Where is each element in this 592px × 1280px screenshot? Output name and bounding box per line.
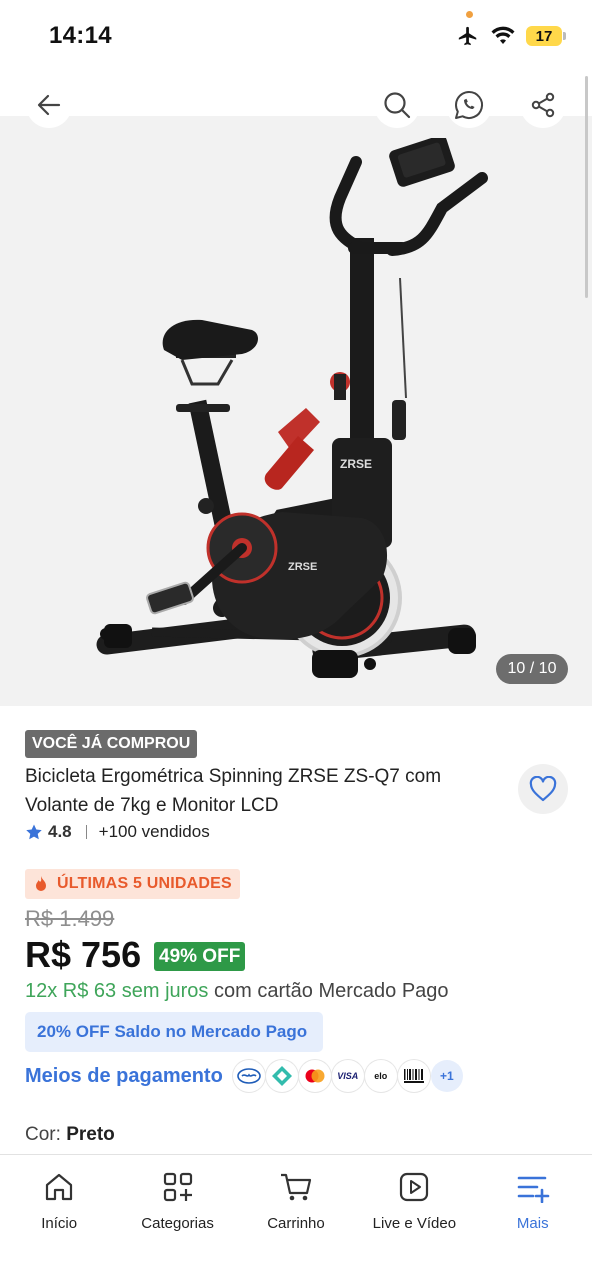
arrow-left-icon xyxy=(37,94,61,116)
battery-level: 17 xyxy=(535,27,553,45)
stock-text: ÚLTIMAS 5 UNIDADES xyxy=(57,875,232,892)
nav-carrinho[interactable]: Carrinho xyxy=(237,1155,355,1280)
current-price: R$ 756 xyxy=(25,934,142,975)
search-button[interactable] xyxy=(374,82,420,128)
search-icon xyxy=(384,92,411,119)
visa-icon: VISA xyxy=(331,1060,364,1092)
elo-icon: elo xyxy=(364,1060,397,1092)
discount-badge: 49% OFF xyxy=(154,942,246,971)
heart-icon xyxy=(529,776,557,802)
image-counter: 10 / 10 xyxy=(496,654,568,684)
whatsapp-share-icon xyxy=(455,90,484,119)
stock-badge: ÚLTIMAS 5 UNIDADES xyxy=(25,869,240,899)
wifi-icon xyxy=(491,26,515,44)
bike-brand-mark: ZRSE xyxy=(340,457,372,471)
original-price: R$ 1.499 xyxy=(25,906,115,931)
page-scrollbar[interactable] xyxy=(585,76,588,298)
menu-plus-icon xyxy=(517,1176,550,1203)
balance-promo-badge: 20% OFF Saldo no Mercado Pago xyxy=(25,1012,323,1052)
cart-icon xyxy=(280,1173,312,1201)
back-button[interactable] xyxy=(26,82,72,128)
product-gallery[interactable]: ZRSE ZRSE 10 / 10 xyxy=(0,76,592,706)
rating-divider xyxy=(85,825,87,839)
status-time: 14:14 xyxy=(49,22,112,49)
whatsapp-share-button[interactable] xyxy=(446,82,492,128)
more-payment-methods[interactable]: +1 xyxy=(430,1060,463,1092)
boleto-icon xyxy=(397,1060,430,1092)
mastercard-icon xyxy=(298,1060,331,1092)
privacy-indicator-dot xyxy=(466,11,473,18)
status-bar: 14:14 17 xyxy=(0,0,592,76)
status-icons: 17 xyxy=(456,25,566,47)
airplane-icon xyxy=(458,26,477,46)
grid-plus-icon xyxy=(163,1172,192,1202)
nav-label: Live e Vídeo xyxy=(372,1215,457,1232)
nav-label: Início xyxy=(41,1215,78,1232)
pix-icon xyxy=(265,1060,298,1092)
payment-methods-row[interactable]: Meios de pagamento VISA elo +1 xyxy=(25,1060,463,1092)
rating-row[interactable]: 4.8 +100 vendidos xyxy=(25,822,210,842)
product-image-exercise-bike: ZRSE ZRSE xyxy=(96,138,488,678)
nav-live-video[interactable]: Live e Vídeo xyxy=(355,1155,473,1280)
nav-categorias[interactable]: Categorias xyxy=(119,1155,237,1280)
installment-info: 12x R$ 63 sem juros com cartão Mercado P… xyxy=(25,980,449,1003)
product-title: Bicicleta Ergométrica Spinning ZRSE ZS-Q… xyxy=(25,766,442,816)
nav-mais[interactable]: Mais xyxy=(474,1155,592,1280)
flame-icon xyxy=(36,876,46,891)
play-icon xyxy=(400,1172,429,1202)
svg-text:ZRSE: ZRSE xyxy=(288,561,317,573)
share-icon xyxy=(531,92,555,118)
sold-count: +100 vendidos xyxy=(98,822,210,841)
nav-label: Mais xyxy=(516,1215,549,1232)
already-bought-badge: VOCÊ JÁ COMPROU xyxy=(25,730,198,758)
nav-label: Carrinho xyxy=(267,1215,325,1232)
nav-inicio[interactable]: Início xyxy=(0,1155,118,1280)
rating-score: 4.8 xyxy=(48,822,72,841)
color-label: Cor: xyxy=(25,1124,67,1145)
header-bar xyxy=(0,76,592,116)
share-button[interactable] xyxy=(520,82,566,128)
favorite-button[interactable] xyxy=(518,764,568,814)
color-value: Preto xyxy=(66,1124,115,1145)
installment-card: com cartão Mercado Pago xyxy=(208,980,449,1002)
bottom-navigation: Início Categorias Carrinho Live e Vídeo … xyxy=(0,1154,592,1280)
battery-indicator: 17 xyxy=(526,26,566,46)
nav-label: Categorias xyxy=(141,1215,214,1232)
home-icon xyxy=(46,1173,73,1201)
mercado-pago-icon xyxy=(232,1060,265,1092)
color-selector[interactable]: Cor: Preto xyxy=(25,1124,115,1146)
installment-terms: 12x R$ 63 sem juros xyxy=(25,980,209,1002)
star-icon xyxy=(26,824,42,840)
payment-methods-link[interactable]: Meios de pagamento xyxy=(25,1065,223,1088)
